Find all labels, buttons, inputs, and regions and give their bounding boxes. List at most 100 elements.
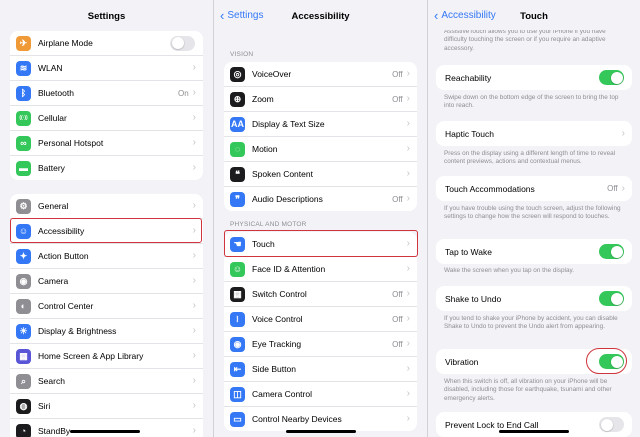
row-value: Off: [392, 194, 403, 204]
page-title: Touch: [520, 11, 548, 22]
row-face-id-and-attention[interactable]: ☺ Face ID & Attention ›: [224, 257, 417, 282]
row-label: Airplane Mode: [38, 38, 93, 48]
row-zoom[interactable]: ⊕ Zoom Off ›: [224, 87, 417, 112]
touch-accommodations-row[interactable]: Touch Accommodations Off ›: [436, 176, 632, 201]
camera-icon: ◉: [16, 273, 31, 289]
touch-accommodations-description: If you have trouble using the touch scre…: [444, 205, 621, 221]
reachability-label: Reachability: [445, 72, 492, 83]
row-side-button[interactable]: ⇤ Side Button ›: [224, 357, 417, 382]
row-standby[interactable]: ◔ StandBy ›: [10, 419, 203, 437]
row-value: Off: [392, 94, 403, 104]
chevron-right-icon: ›: [192, 425, 196, 436]
row-wlan[interactable]: ≋ WLAN ›: [10, 56, 203, 81]
row-control-center[interactable]: ◐ Control Center ›: [10, 294, 203, 319]
zoom-icon: ⊕: [230, 91, 245, 107]
row-label: VoiceOver: [252, 69, 292, 79]
row-label: Voice Control: [252, 314, 303, 324]
chevron-right-icon: ›: [192, 375, 196, 386]
face-id-icon: ☺: [230, 261, 245, 277]
reachability-toggle[interactable]: [599, 70, 624, 85]
row-home-screen-and-app-library[interactable]: ▦ Home Screen & App Library ›: [10, 344, 203, 369]
chevron-right-icon: ›: [621, 182, 625, 194]
motion-icon: ◌: [230, 141, 245, 157]
tap-to-wake-toggle[interactable]: [599, 244, 624, 259]
row-audio-descriptions[interactable]: ❞ Audio Descriptions Off ›: [224, 187, 417, 211]
touch-nav-bar: ‹ Accessibility Touch: [428, 8, 640, 26]
chevron-right-icon: ›: [192, 250, 196, 261]
row-search[interactable]: ⌕ Search ›: [10, 369, 203, 394]
gear-icon: ⚙: [16, 198, 31, 214]
vibration-highlight: [586, 348, 627, 374]
row-airplane-mode[interactable]: ✈ Airplane Mode: [10, 31, 203, 56]
chevron-right-icon: ›: [406, 168, 410, 179]
chevron-right-icon: ›: [192, 112, 196, 123]
camera-control-icon: ◫: [230, 386, 245, 402]
chevron-right-icon: ›: [406, 363, 410, 374]
row-label: Siri: [38, 401, 51, 411]
eye-tracking-icon: ◉: [230, 336, 245, 352]
row-label: General: [38, 201, 69, 211]
haptic-touch-row[interactable]: Haptic Touch ›: [436, 121, 632, 146]
touch-accommodations-label: Touch Accommodations: [445, 183, 535, 194]
row-spoken-content[interactable]: ❝ Spoken Content ›: [224, 162, 417, 187]
assistivetouch-description: AssistiveTouch allows you to use your iP…: [444, 28, 606, 52]
chevron-right-icon: ›: [406, 68, 410, 79]
prevent-lock-toggle[interactable]: [599, 417, 624, 432]
row-display-and-text-size[interactable]: AA Display & Text Size ›: [224, 112, 417, 137]
bluetooth-icon: ᛒ: [16, 85, 31, 101]
row-label: Spoken Content: [252, 169, 313, 179]
row-control-nearby-devices[interactable]: ▭ Control Nearby Devices ›: [224, 407, 417, 431]
shake-to-undo-toggle[interactable]: [599, 291, 624, 306]
row-label: Battery: [38, 163, 65, 173]
row-switch-control[interactable]: ▦ Switch Control Off ›: [224, 282, 417, 307]
reachability-row[interactable]: Reachability: [436, 65, 632, 90]
row-label: Face ID & Attention: [252, 264, 326, 274]
row-battery[interactable]: ▬ Battery ›: [10, 156, 203, 180]
row-action-button[interactable]: ✦ Action Button ›: [10, 244, 203, 269]
row-personal-hotspot[interactable]: ∞ Personal Hotspot ›: [10, 131, 203, 156]
row-camera[interactable]: ◉ Camera ›: [10, 269, 203, 294]
row-label: Search: [38, 376, 65, 386]
row-label: Camera: [38, 276, 69, 286]
row-siri[interactable]: ◍ Siri ›: [10, 394, 203, 419]
motor-header: PHYSICAL AND MOTOR: [230, 221, 307, 228]
spoken-content-icon: ❝: [230, 166, 245, 182]
wifi-icon: ≋: [16, 60, 31, 76]
row-cellular[interactable]: ((·)) Cellular ›: [10, 106, 203, 131]
haptic-touch-description: Press on the display using a different l…: [444, 150, 616, 166]
chevron-right-icon: ›: [192, 275, 196, 286]
reachability-description: Swipe down on the bottom edge of the scr…: [444, 94, 619, 110]
row-motion[interactable]: ◌ Motion ›: [224, 137, 417, 162]
row-general[interactable]: ⚙ General ›: [10, 194, 203, 219]
control-center-icon: ◐: [16, 298, 31, 314]
connectivity-group: ✈ Airplane Mode ≋ WLAN › ᛒ Bluetooth On › ((·)) Ce…: [10, 31, 203, 180]
vibration-label: Vibration: [445, 356, 479, 367]
chevron-right-icon: ›: [621, 127, 625, 139]
row-voice-control[interactable]: ⧘ Voice Control Off ›: [224, 307, 417, 332]
chevron-right-icon: ›: [406, 413, 410, 424]
battery-icon: ▬: [16, 160, 31, 176]
row-bluetooth[interactable]: ᛒ Bluetooth On ›: [10, 81, 203, 106]
page-title: Accessibility: [291, 11, 350, 22]
chevron-right-icon: ›: [406, 143, 410, 154]
touch-highlight: [224, 230, 418, 257]
row-voiceover[interactable]: ◎ VoiceOver Off ›: [224, 62, 417, 87]
row-label: Zoom: [252, 94, 274, 104]
chevron-right-icon: ›: [192, 400, 196, 411]
home-screen-icon: ▦: [16, 348, 31, 364]
prevent-lock-row[interactable]: Prevent Lock to End Call: [436, 412, 632, 437]
home-indicator: [286, 430, 356, 433]
tap-to-wake-row[interactable]: Tap to Wake: [436, 239, 632, 264]
row-eye-tracking[interactable]: ◉ Eye Tracking Off ›: [224, 332, 417, 357]
row-camera-control[interactable]: ◫ Camera Control ›: [224, 382, 417, 407]
row-label: Personal Hotspot: [38, 138, 104, 148]
home-indicator: [70, 430, 140, 433]
row-label: Control Nearby Devices: [252, 414, 342, 424]
airplane-mode-toggle[interactable]: [170, 35, 195, 51]
chevron-right-icon: ›: [192, 300, 196, 311]
row-display-and-brightness[interactable]: ☀ Display & Brightness ›: [10, 319, 203, 344]
chevron-right-icon: ›: [406, 338, 410, 349]
shake-to-undo-row[interactable]: Shake to Undo: [436, 286, 632, 311]
voiceover-icon: ◎: [230, 66, 245, 82]
accessibility-panel: ‹ Settings Accessibility VISION ◎ VoiceOve…: [214, 0, 427, 437]
